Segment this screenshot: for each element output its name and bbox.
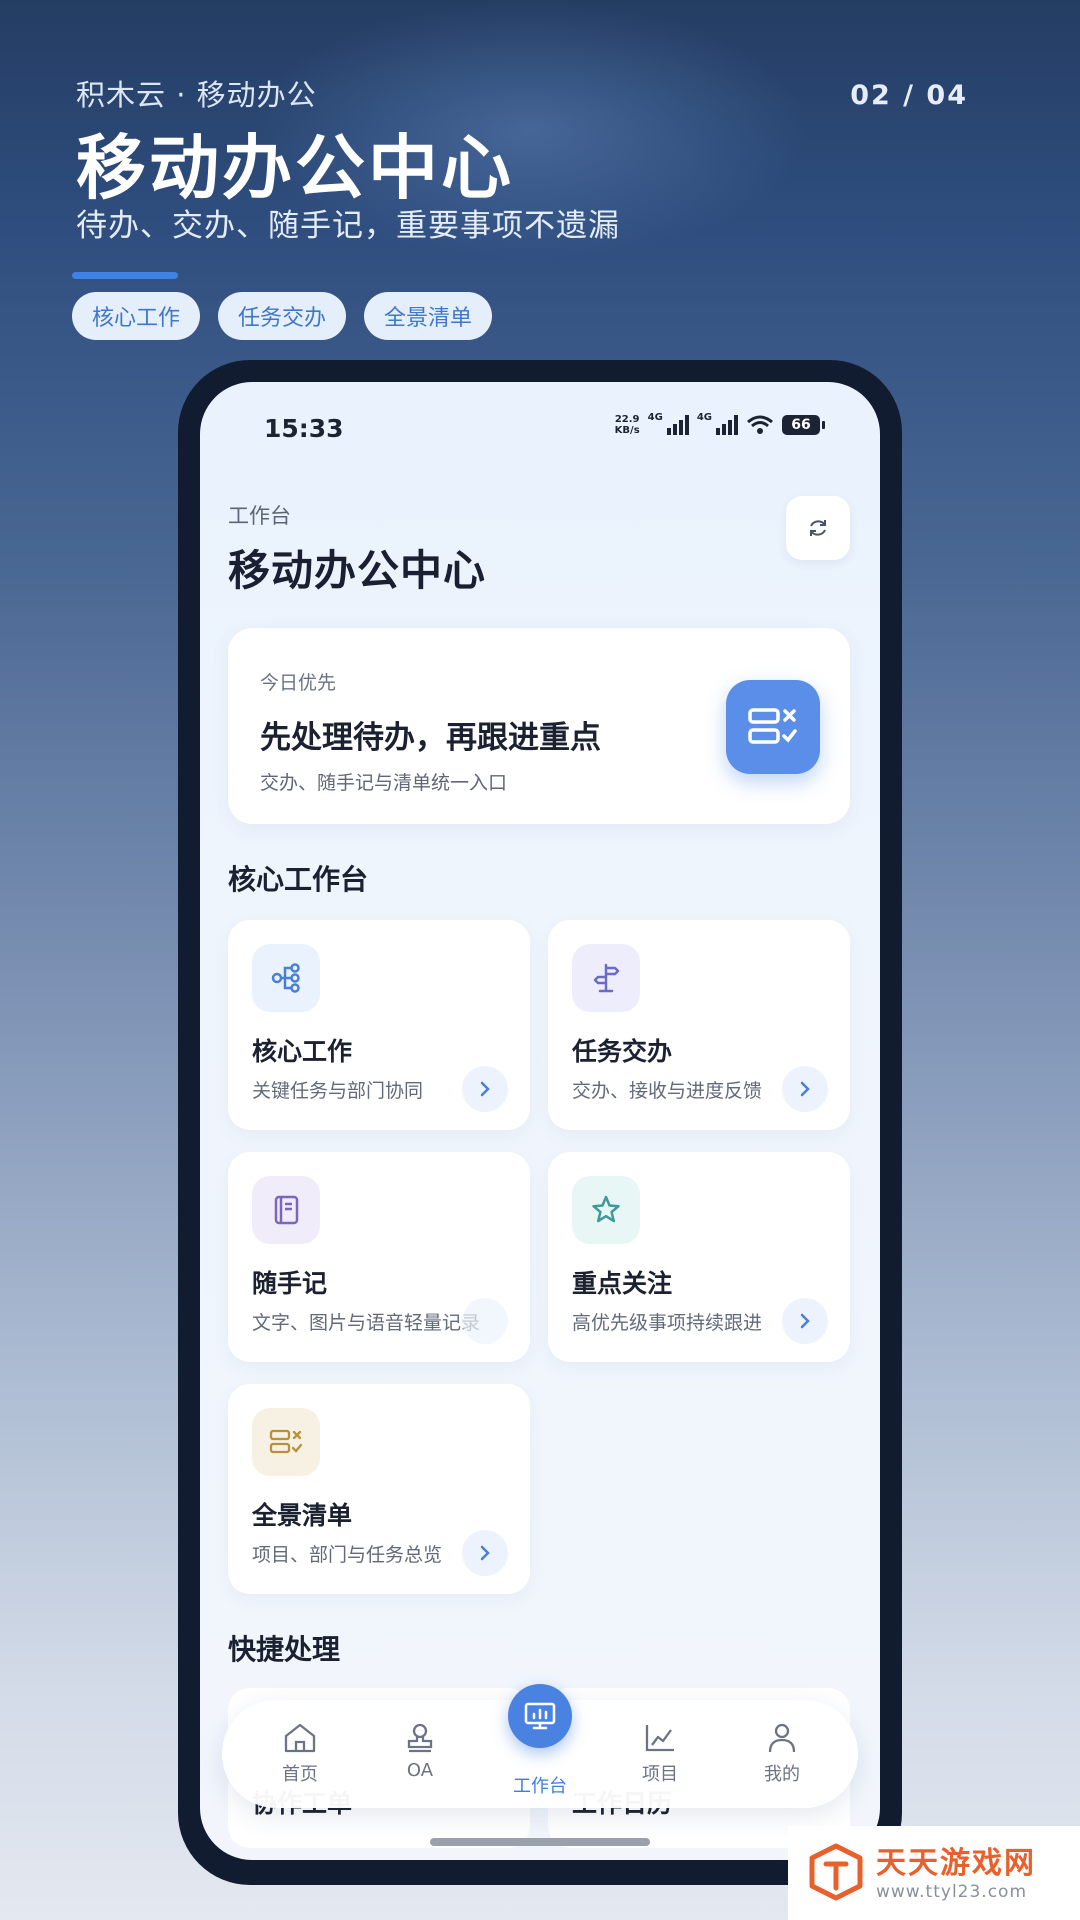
status-bar: 15:33 22.9 KB/s 4G 4G 66 [200, 382, 880, 472]
quick-section-title: 快捷处理 [228, 1633, 341, 1666]
feature-tags: 核心工作 任务交办 全景清单 [72, 292, 493, 340]
card-core-work[interactable]: 核心工作 关键任务与部门协同 [228, 920, 530, 1130]
tab-workbench[interactable] [508, 1684, 572, 1748]
page-indicator: 02 / 04 [850, 80, 968, 111]
chevron-right-icon[interactable] [782, 1298, 828, 1344]
card-desc: 文字、图片与语音轻量记录 [252, 1312, 481, 1334]
card-title: 全景清单 [252, 1501, 353, 1530]
battery-icon: 66 [782, 415, 825, 435]
card-key-focus[interactable]: 重点关注 高优先级事项持续跟进 [548, 1152, 850, 1362]
core-section-title: 核心工作台 [228, 863, 369, 896]
refresh-icon [810, 520, 826, 536]
card-overview-list[interactable]: 全景清单 项目、部门与任务总览 [228, 1384, 530, 1594]
signal-icon [716, 415, 738, 435]
signpost-icon [572, 944, 640, 1012]
bottom-tab-bar: 首页 OA 工作台 项目 我的 [222, 1684, 858, 1808]
card-quick-notes[interactable]: 随手记 文字、图片与语音轻量记录 [228, 1152, 530, 1362]
tag-core-work: 核心工作 [72, 292, 201, 340]
card-desc: 高优先级事项持续跟进 [572, 1312, 763, 1334]
status-time: 15:33 [264, 414, 344, 443]
tab-home[interactable]: 首页 [260, 1722, 340, 1786]
phone-screen: 15:33 22.9 KB/s 4G 4G 66 工作台 移动办公中心 今日优先… [200, 382, 880, 1860]
user-icon [768, 1723, 796, 1753]
notebook-icon [252, 1176, 320, 1244]
status-icons: 22.9 KB/s 4G 4G 66 [614, 411, 825, 436]
flow-icon [252, 944, 320, 1012]
checklist-icon [252, 1408, 320, 1476]
checklist-icon [726, 680, 820, 774]
chevron-right-icon[interactable] [462, 1066, 508, 1112]
watermark: 天天游戏网 www.ttyl23.com [788, 1826, 1080, 1920]
priority-card[interactable]: 今日优先 先处理待办，再跟进重点 交办、随手记与清单统一入口 [228, 628, 850, 824]
card-task-assign[interactable]: 任务交办 交办、接收与进度反馈 [548, 920, 850, 1130]
monitor-chart-icon [524, 1702, 556, 1730]
hero-subtitle: 待办、交办、随手记，重要事项不遗漏 [76, 208, 620, 244]
tag-task-assign: 任务交办 [218, 292, 347, 340]
card-title: 核心工作 [252, 1037, 353, 1066]
tab-oa[interactable]: OA [380, 1722, 460, 1781]
tab-workbench-label[interactable]: 工作台 [502, 1772, 578, 1798]
watermark-url: www.ttyl23.com [876, 1882, 1028, 1902]
card-title: 任务交办 [572, 1037, 673, 1066]
priority-headline: 先处理待办，再跟进重点 [260, 720, 601, 756]
chevron-right-icon[interactable] [462, 1298, 508, 1344]
card-title: 随手记 [252, 1269, 328, 1298]
card-title: 重点关注 [572, 1269, 673, 1298]
accent-line [72, 272, 178, 279]
network-type-1: 4G [647, 411, 663, 423]
tab-projects[interactable]: 项目 [620, 1722, 700, 1786]
priority-kicker: 今日优先 [260, 672, 337, 694]
page-title: 移动办公中心 [228, 546, 487, 595]
refresh-button[interactable] [786, 496, 850, 560]
line-chart-icon [645, 1725, 674, 1752]
home-indicator[interactable] [430, 1838, 650, 1846]
tab-mine[interactable]: 我的 [742, 1722, 822, 1786]
watermark-name: 天天游戏网 [876, 1846, 1036, 1881]
card-desc: 项目、部门与任务总览 [252, 1544, 443, 1566]
chevron-right-icon[interactable] [462, 1530, 508, 1576]
home-icon [284, 1723, 316, 1753]
card-desc: 交办、接收与进度反馈 [572, 1080, 763, 1102]
wifi-icon [747, 415, 773, 434]
breadcrumb: 工作台 [228, 504, 291, 528]
brand-label: 积木云 · 移动办公 [76, 78, 317, 112]
signal-icon [666, 415, 689, 435]
network-speed: 22.9 KB/s [614, 414, 640, 436]
stamp-icon [407, 1723, 433, 1753]
network-type-2: 4G [696, 411, 712, 423]
chevron-right-icon[interactable] [782, 1066, 828, 1112]
star-icon [572, 1176, 640, 1244]
tag-overview-list: 全景清单 [364, 292, 493, 340]
card-desc: 关键任务与部门协同 [252, 1080, 424, 1102]
priority-desc: 交办、随手记与清单统一入口 [260, 772, 508, 794]
hero-title: 移动办公中心 [76, 127, 514, 209]
watermark-logo [809, 1843, 863, 1901]
